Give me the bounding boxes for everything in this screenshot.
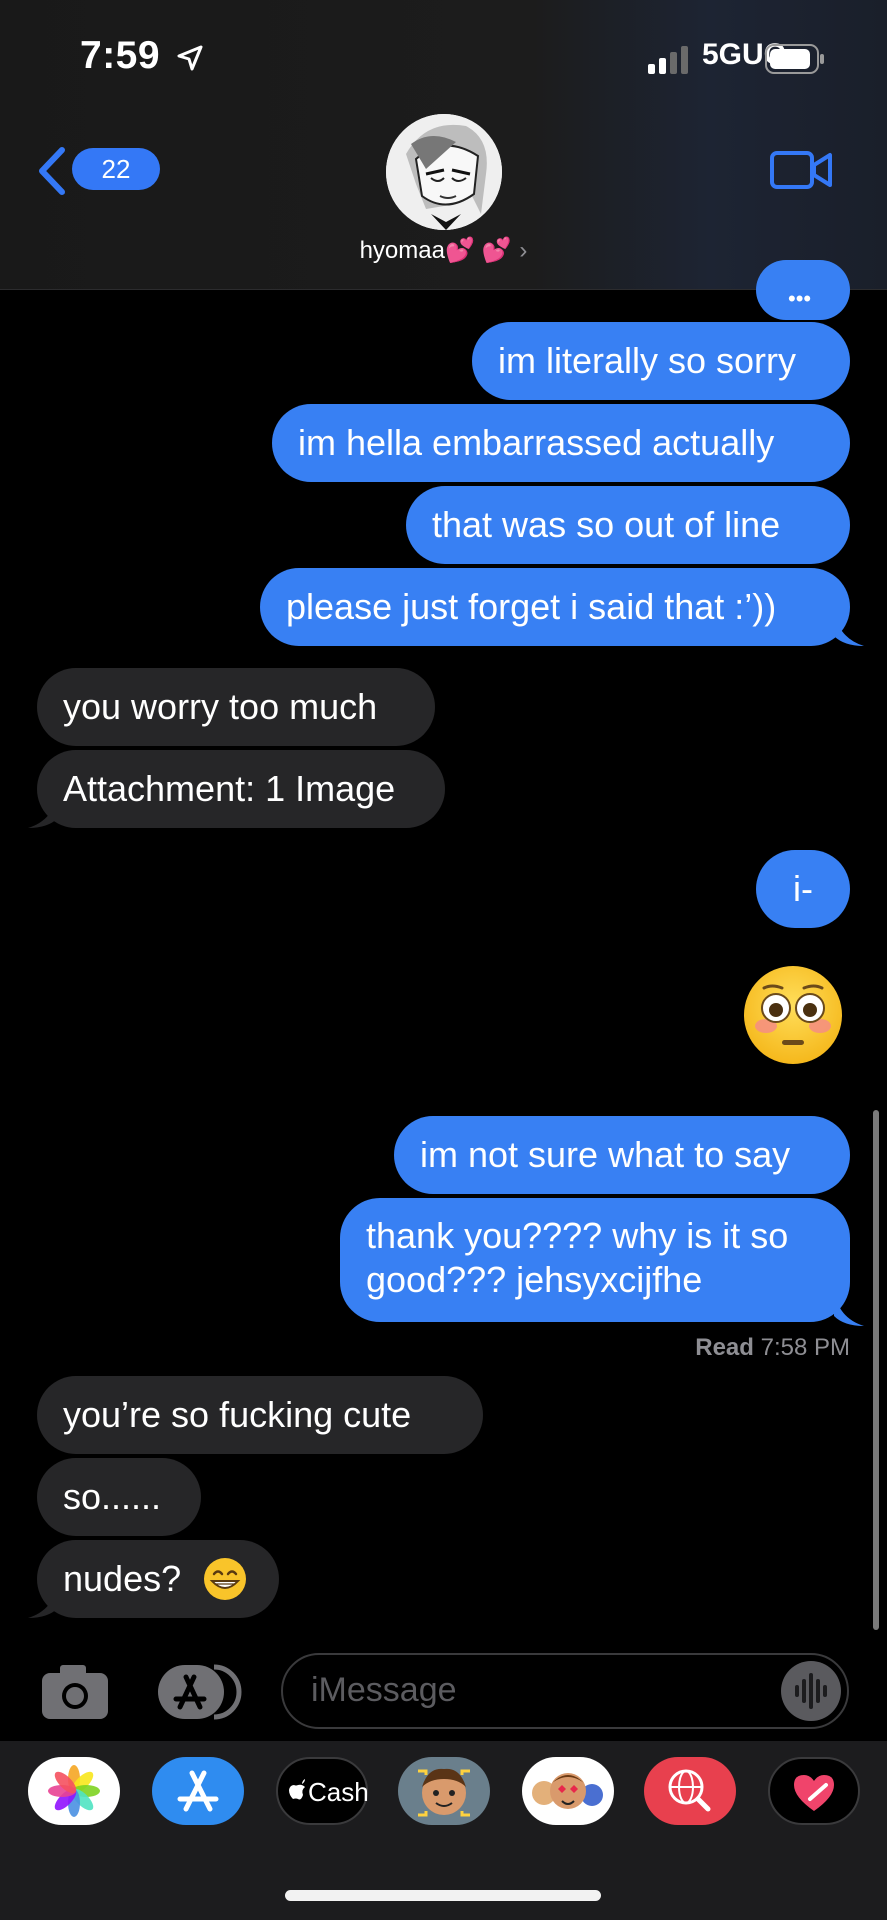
app-store-drawer-icon[interactable] bbox=[156, 1663, 246, 1721]
unread-count-badge: 22 bbox=[72, 148, 160, 190]
grinning-face-emoji bbox=[204, 1558, 246, 1600]
digital-touch-button[interactable] bbox=[768, 1757, 860, 1825]
scrollbar[interactable] bbox=[873, 1110, 879, 1630]
contact-name-button[interactable]: hyomaa💕 💕 › bbox=[0, 236, 887, 265]
ellipsis-icon: ••• bbox=[788, 286, 812, 311]
message-bubble-outgoing[interactable]: that was so out of line bbox=[406, 486, 850, 564]
anime-portrait-image bbox=[386, 114, 502, 230]
bubble-tail bbox=[28, 792, 58, 828]
message-bubble-outgoing[interactable]: im literally so sorry bbox=[472, 322, 850, 400]
contact-avatar[interactable] bbox=[386, 114, 502, 230]
message-text-line: thank you???? why is it so bbox=[366, 1215, 789, 1256]
message-input[interactable]: iMessage bbox=[281, 1653, 849, 1729]
battery-icon bbox=[765, 44, 824, 74]
memoji-camera-button[interactable] bbox=[398, 1757, 490, 1825]
sticker-faces-icon bbox=[532, 1773, 603, 1809]
message-input-placeholder: iMessage bbox=[311, 1671, 457, 1709]
read-receipt: Read 7:58 PM bbox=[695, 1334, 850, 1362]
signal-strength-icon bbox=[648, 46, 688, 74]
message-bubble-outgoing[interactable]: i- bbox=[756, 850, 850, 928]
message-bubble-outgoing[interactable]: please just forget i said that :’)) bbox=[260, 568, 850, 646]
message-text: nudes? bbox=[63, 1558, 182, 1599]
bubble-tail bbox=[28, 1582, 58, 1618]
app-store-icon bbox=[177, 1770, 219, 1812]
message-bubble-outgoing[interactable]: im hella embarrassed actually bbox=[272, 404, 850, 482]
heart-icon bbox=[794, 1775, 834, 1811]
flushed-face-emoji[interactable] bbox=[742, 964, 844, 1066]
globe-search-icon bbox=[668, 1769, 711, 1812]
back-button[interactable]: 22 bbox=[36, 142, 176, 198]
apple-cash-button[interactable]: Cash bbox=[276, 1757, 369, 1825]
typing-indicator-partial: ••• bbox=[756, 260, 850, 320]
message-bubble-incoming[interactable]: Attachment: 1 Image bbox=[37, 750, 445, 828]
status-time: 7:59 bbox=[80, 34, 161, 77]
message-bubble-incoming[interactable]: nudes? bbox=[37, 1540, 279, 1618]
message-bubble-incoming[interactable]: you worry too much bbox=[37, 668, 435, 746]
header-divider bbox=[0, 289, 887, 290]
photos-app-button[interactable] bbox=[28, 1757, 120, 1825]
camera-icon[interactable] bbox=[40, 1663, 110, 1721]
message-bubble-outgoing[interactable]: im not sure what to say bbox=[394, 1116, 850, 1194]
message-text-line: good??? jehsyxcijfhe bbox=[366, 1259, 703, 1300]
audio-message-button[interactable] bbox=[781, 1661, 841, 1721]
bubble-tail bbox=[834, 1290, 864, 1326]
read-time: 7:58 PM bbox=[760, 1334, 850, 1361]
read-label: Read bbox=[695, 1334, 754, 1361]
chevron-right-icon: › bbox=[519, 237, 528, 264]
bubble-tail bbox=[834, 610, 864, 646]
app-store-button[interactable] bbox=[152, 1757, 244, 1825]
memoji-face-icon bbox=[418, 1768, 470, 1817]
apple-cash-label: Cash bbox=[308, 1777, 369, 1807]
apple-logo-icon bbox=[289, 1779, 305, 1800]
images-search-button[interactable] bbox=[644, 1757, 736, 1825]
message-bubble-incoming[interactable]: you’re so fucking cute bbox=[37, 1376, 483, 1454]
message-bubble-incoming[interactable]: so...... bbox=[37, 1458, 201, 1536]
memoji-stickers-button[interactable] bbox=[522, 1757, 614, 1825]
message-bubble-outgoing[interactable]: thank you???? why is it so good??? jehsy… bbox=[340, 1198, 850, 1322]
chevron-left-icon bbox=[39, 147, 65, 195]
video-call-icon[interactable] bbox=[770, 150, 832, 190]
location-arrow-icon bbox=[177, 45, 203, 71]
contact-name: hyomaa💕 💕 bbox=[359, 237, 512, 264]
photos-icon bbox=[48, 1765, 100, 1817]
home-indicator[interactable] bbox=[285, 1890, 601, 1901]
waveform-icon bbox=[795, 1673, 827, 1709]
